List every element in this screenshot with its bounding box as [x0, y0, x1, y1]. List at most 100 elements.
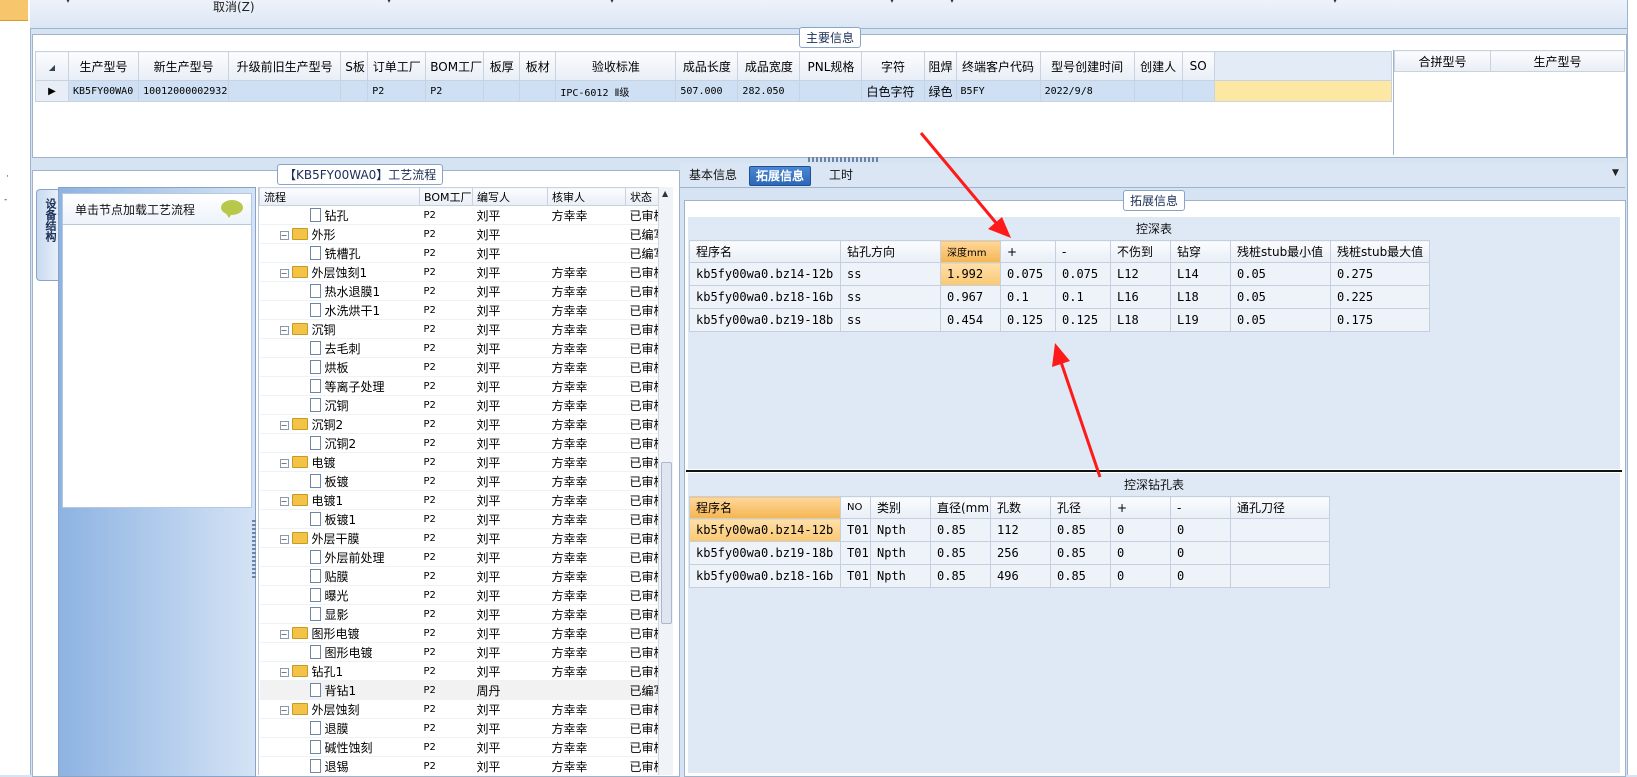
table-cell[interactable]: L16: [1110, 285, 1171, 309]
table-cell[interactable]: 方幸幸: [547, 718, 626, 738]
table-cell[interactable]: kb5fy00wa0.bz19-18b: [689, 541, 841, 565]
tree-node[interactable]: − 外层蚀刻1: [259, 262, 420, 282]
cancel-button[interactable]: 取消(Z): [213, 0, 255, 15]
table-cell[interactable]: 刘平: [472, 357, 548, 377]
tree-row[interactable]: 板镀 P2刘平方幸幸已审核: [259, 471, 660, 491]
table-cell[interactable]: 周丹: [472, 680, 548, 700]
table-cell[interactable]: 已审核: [625, 566, 660, 586]
table-cell[interactable]: P2: [419, 547, 473, 567]
table-cell[interactable]: [340, 80, 369, 102]
tree-row[interactable]: 等离子处理 P2刘平方幸幸已审核: [259, 376, 660, 396]
table-row[interactable]: ▶ KB5FY00WA0 10012000002932 P2 P2 IPC-60…: [34, 80, 1393, 102]
table-cell[interactable]: 已编写: [625, 680, 660, 700]
table-cell[interactable]: P2: [419, 490, 473, 510]
table-cell[interactable]: 白色字符: [861, 80, 925, 102]
table-cell[interactable]: 2022/9/8: [1039, 80, 1135, 102]
tree-row[interactable]: 背钻1 P2周丹 已编写: [259, 680, 660, 700]
table-cell[interactable]: 方幸幸: [547, 471, 626, 491]
table-cell[interactable]: 刘平: [472, 338, 548, 358]
tree-node[interactable]: 去毛刺: [259, 338, 420, 358]
tree-node[interactable]: 热水退膜1: [259, 281, 420, 301]
table-cell[interactable]: 已审核: [625, 737, 660, 757]
table-cell[interactable]: 1.992: [940, 262, 1001, 286]
collapse-icon[interactable]: −: [279, 230, 289, 240]
dropdown-arrow-icon[interactable]: ▾: [610, 0, 614, 5]
table-row[interactable]: kb5fy00wa0.bz14-12b T01 Npth 0.85 112 0.85 0 0: [689, 518, 1330, 542]
column-header[interactable]: 孔数: [990, 496, 1051, 519]
table-cell[interactable]: ss: [840, 308, 941, 332]
table-cell[interactable]: 已审核: [625, 357, 660, 377]
tree-row[interactable]: − 外层蚀刻 P2刘平方幸幸已审核: [259, 699, 660, 719]
tree-row[interactable]: 水洗烘干1 P2刘平方幸幸已审核: [259, 300, 660, 320]
table-cell[interactable]: 刘平: [472, 528, 548, 548]
table-cell[interactable]: P2: [419, 205, 473, 225]
table-cell[interactable]: 方幸幸: [547, 661, 626, 681]
table-cell[interactable]: 已审核: [625, 471, 660, 491]
collapse-icon[interactable]: −: [279, 458, 289, 468]
tab-extended-info[interactable]: 拓展信息: [749, 166, 812, 186]
table-cell[interactable]: Npth: [870, 564, 931, 588]
table-cell[interactable]: 刘平: [472, 509, 548, 529]
column-header[interactable]: 创建人: [1133, 51, 1183, 81]
chevron-down-icon[interactable]: ▼: [1612, 168, 1619, 178]
column-header[interactable]: 程序名: [689, 240, 841, 263]
column-header[interactable]: 板材: [519, 51, 557, 81]
tree-node[interactable]: − 外层干膜: [259, 528, 420, 548]
table-cell[interactable]: P2: [419, 737, 473, 757]
table-cell[interactable]: 已审核: [625, 604, 660, 624]
tree-node[interactable]: 外层前处理: [259, 547, 420, 567]
tree-node[interactable]: 板镀: [259, 471, 420, 491]
table-cell[interactable]: 方幸幸: [547, 338, 626, 358]
column-header[interactable]: 编写人: [472, 187, 548, 206]
tree-row[interactable]: 显影 P2刘平方幸幸已审核: [259, 604, 660, 624]
table-cell[interactable]: 绿色: [923, 80, 957, 102]
tree-node[interactable]: − 电镀: [259, 452, 420, 472]
table-cell[interactable]: 方幸幸: [547, 357, 626, 377]
collapse-icon[interactable]: −: [279, 325, 289, 335]
tree-scrollbar[interactable]: ▲: [658, 187, 673, 775]
table-cell[interactable]: 刘平: [472, 642, 548, 662]
table-cell[interactable]: 刘平: [472, 585, 548, 605]
tree-row[interactable]: 烘板 P2刘平方幸幸已审核: [259, 357, 660, 377]
column-header[interactable]: 订单工厂: [367, 51, 427, 81]
table-cell[interactable]: 0: [1110, 564, 1171, 588]
gutter-tab[interactable]: [0, 0, 28, 21]
table-cell[interactable]: 0.075: [1000, 262, 1056, 286]
table-cell[interactable]: 方幸幸: [547, 509, 626, 529]
table-cell[interactable]: B5FY: [955, 80, 1041, 102]
table-cell[interactable]: [547, 243, 626, 263]
tree-row[interactable]: 板镀1 P2刘平方幸幸已审核: [259, 509, 660, 529]
column-header[interactable]: 板厚: [483, 51, 521, 81]
table-cell[interactable]: 0.85: [1050, 518, 1111, 542]
table-cell[interactable]: [1230, 518, 1330, 542]
column-header[interactable]: 钻穿: [1170, 240, 1231, 263]
table-cell[interactable]: kb5fy00wa0.bz14-12b: [689, 262, 841, 286]
table-cell[interactable]: IPC-6012 Ⅱ级: [555, 80, 677, 102]
column-header[interactable]: 升级前旧生产型号: [228, 51, 342, 81]
tree-node[interactable]: 板镀1: [259, 509, 420, 529]
table-cell[interactable]: P2: [419, 414, 473, 434]
table-cell[interactable]: 已审核: [625, 395, 660, 415]
table-cell[interactable]: [1133, 80, 1183, 102]
tree-row[interactable]: 外层前处理 P2刘平方幸幸已审核: [259, 547, 660, 567]
table-cell[interactable]: [483, 80, 521, 102]
table-cell[interactable]: L18: [1110, 308, 1171, 332]
table-cell[interactable]: P2: [419, 585, 473, 605]
table-cell[interactable]: 刘平: [472, 452, 548, 472]
collapse-icon[interactable]: −: [279, 268, 289, 278]
collapse-icon[interactable]: −: [279, 629, 289, 639]
table-cell[interactable]: P2: [419, 357, 473, 377]
tree-node[interactable]: 退膜: [259, 718, 420, 738]
table-cell[interactable]: 刘平: [472, 395, 548, 415]
table-cell[interactable]: L18: [1170, 285, 1231, 309]
table-cell[interactable]: 已审核: [625, 338, 660, 358]
table-cell[interactable]: 方幸幸: [547, 604, 626, 624]
table-cell[interactable]: [547, 680, 626, 700]
column-header[interactable]: +: [1110, 496, 1171, 519]
table-cell[interactable]: 刘平: [472, 376, 548, 396]
table-cell[interactable]: 0.85: [930, 541, 991, 565]
tree-row[interactable]: 热水退膜1 P2刘平方幸幸已审核: [259, 281, 660, 301]
table-cell[interactable]: 0: [1110, 518, 1171, 542]
table-cell[interactable]: 刘平: [472, 566, 548, 586]
table-cell[interactable]: Npth: [870, 541, 931, 565]
